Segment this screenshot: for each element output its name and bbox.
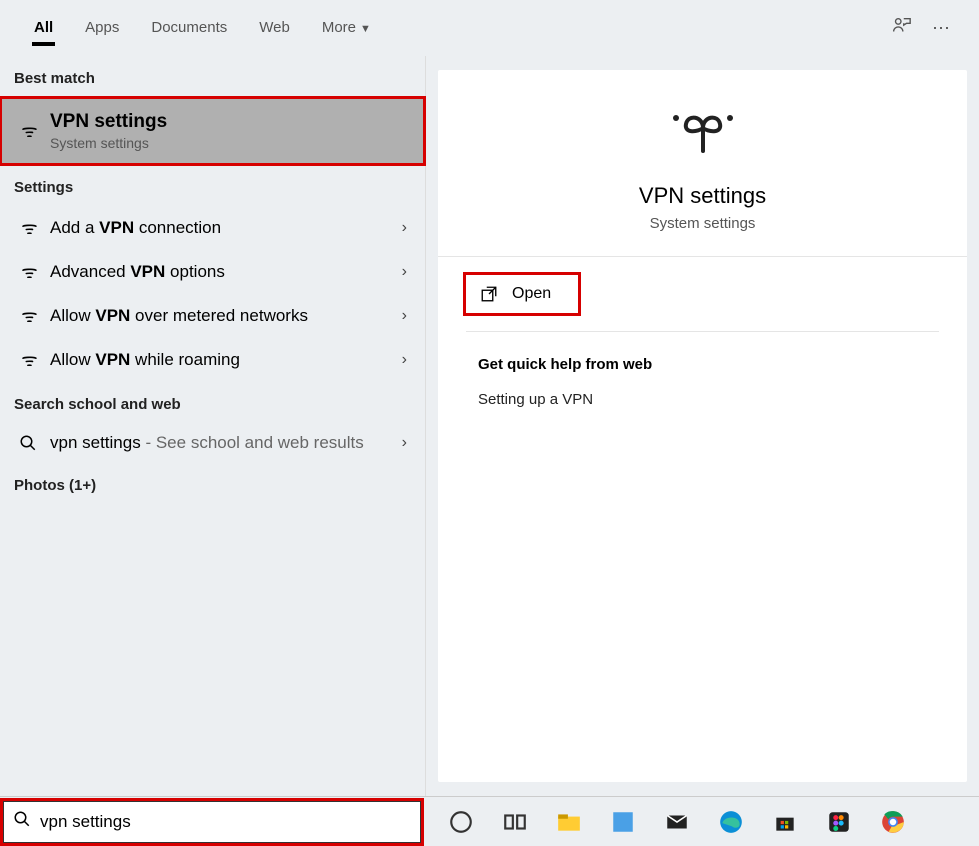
vpn-large-icon [668,106,738,161]
cortana-icon[interactable] [436,800,486,844]
search-filter-tabs: All Apps Documents Web More▼ ⋯ [0,0,979,56]
feedback-icon[interactable] [881,15,921,42]
vpn-icon: ᯤ [14,216,42,240]
settings-result-vpn-metered[interactable]: ᯤ Allow VPN over metered networks › [0,294,425,338]
more-options-icon[interactable]: ⋯ [921,18,961,39]
search-results-panel: Best match ᯤ VPN settings System setting… [0,56,426,796]
chevron-right-icon: › [402,434,411,452]
chevron-right-icon: › [402,263,411,281]
search-icon [4,810,40,833]
vpn-icon: ᯤ [14,119,42,143]
chevron-right-icon: › [402,351,411,369]
chevron-right-icon: › [402,219,411,237]
open-label: Open [512,285,551,303]
best-match-result[interactable]: ᯤ VPN settings System settings [0,97,425,165]
best-match-subtitle: System settings [50,135,411,151]
detail-subtitle: System settings [650,215,756,232]
section-best-match: Best match [0,56,425,97]
tab-documents[interactable]: Documents [135,5,243,52]
best-match-title: VPN settings [50,111,411,133]
tab-more[interactable]: More▼ [306,5,387,52]
mail-icon[interactable] [652,800,702,844]
taskbar [0,796,979,846]
result-label: Add a VPN connection [50,218,402,238]
tab-web[interactable]: Web [243,5,306,52]
settings-result-advanced-vpn[interactable]: ᯤ Advanced VPN options › [0,250,425,294]
section-photos: Photos (1+) [0,463,425,504]
app-icon[interactable] [598,800,648,844]
open-icon [480,285,498,303]
quick-help-heading: Get quick help from web [478,356,927,373]
figma-icon[interactable] [814,800,864,844]
edge-icon[interactable] [706,800,756,844]
section-settings: Settings [0,165,425,206]
result-label: vpn settings - See school and web result… [50,433,402,453]
detail-panel: VPN settings System settings Open Get qu… [438,70,967,782]
open-button[interactable]: Open [466,275,578,313]
taskbar-search[interactable] [2,800,422,844]
tab-all[interactable]: All [18,5,69,52]
search-input[interactable] [40,802,420,842]
tab-apps[interactable]: Apps [69,5,135,52]
task-view-icon[interactable] [490,800,540,844]
file-explorer-icon[interactable] [544,800,594,844]
settings-result-vpn-roaming[interactable]: ᯤ Allow VPN while roaming › [0,338,425,382]
store-icon[interactable] [760,800,810,844]
chevron-down-icon: ▼ [360,23,371,35]
result-label: Allow VPN while roaming [50,350,402,370]
detail-title: VPN settings [639,183,766,209]
search-icon [14,434,42,452]
vpn-icon: ᯤ [14,348,42,372]
result-label: Allow VPN over metered networks [50,306,402,326]
vpn-icon: ᯤ [14,304,42,328]
settings-result-add-vpn[interactable]: ᯤ Add a VPN connection › [0,206,425,250]
section-search-web: Search school and web [0,382,425,423]
quick-help-link[interactable]: Setting up a VPN [478,391,927,408]
chevron-right-icon: › [402,307,411,325]
vpn-icon: ᯤ [14,260,42,284]
chrome-icon[interactable] [868,800,918,844]
result-label: Advanced VPN options [50,262,402,282]
web-search-result[interactable]: vpn settings - See school and web result… [0,423,425,463]
